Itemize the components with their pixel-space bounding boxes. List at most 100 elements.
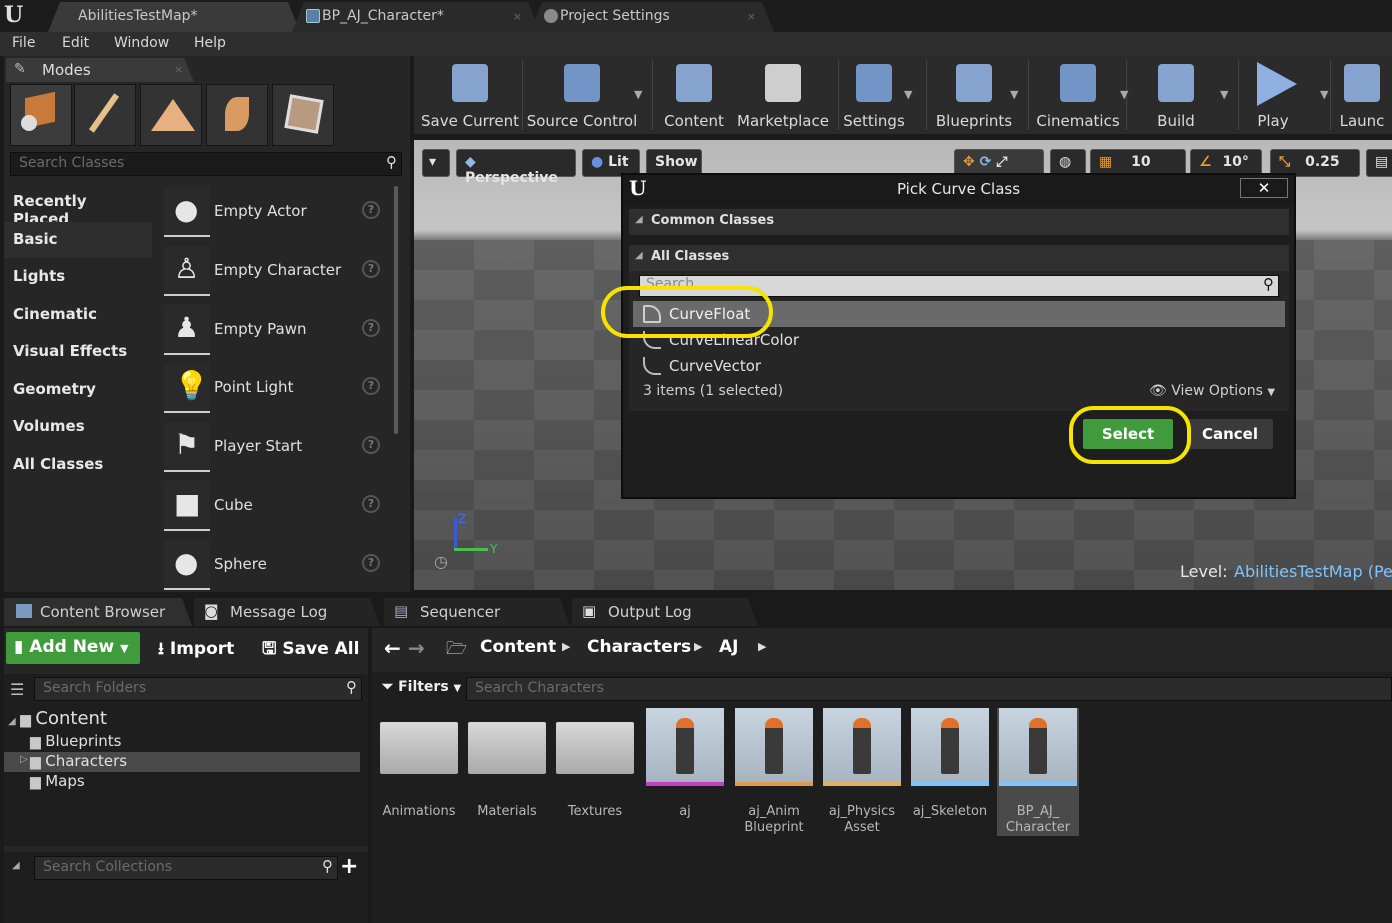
tab-bp-aj-character[interactable]: BP_AJ_Character* × [292, 2, 540, 32]
close-tab-icon[interactable]: × [174, 63, 183, 76]
camera-speed-button[interactable]: ▤ [1366, 149, 1392, 177]
category-geometry[interactable]: Geometry [4, 372, 152, 408]
tab-project-settings[interactable]: Project Settings × [530, 2, 774, 32]
search-classes-input[interactable]: Search Classes ⚲ [10, 152, 402, 176]
help-icon[interactable]: ? [362, 553, 380, 572]
category-cinematic[interactable]: Cinematic [4, 297, 152, 333]
breadcrumb-separator-icon[interactable]: ▶ [562, 640, 570, 653]
modes-tab[interactable]: ✎ Modes × [6, 58, 194, 82]
folder-animations[interactable]: Animations [378, 708, 460, 836]
breadcrumb-separator-icon[interactable]: ▶ [694, 640, 702, 653]
folder-textures[interactable]: Textures [554, 708, 636, 836]
chevron-down-icon[interactable]: ▼ [904, 88, 912, 101]
search-assets-input[interactable]: Search Characters [466, 677, 1392, 701]
scrollbar[interactable] [394, 186, 398, 434]
perspective-button[interactable]: ◆ Perspective [456, 149, 576, 186]
close-icon[interactable]: ✕ [1240, 178, 1288, 198]
filters-button[interactable]: ⏷ Filters ▼ [382, 679, 461, 695]
chevron-down-icon[interactable]: ▼ [1010, 88, 1018, 101]
paint-mode-icon[interactable] [74, 84, 136, 146]
help-icon[interactable]: ? [362, 201, 380, 219]
category-recently-placed[interactable]: Recently Placed [4, 184, 152, 228]
tree-item-content[interactable]: ◢ ▆ Content [8, 708, 107, 729]
asset-aj[interactable]: aj [644, 708, 726, 836]
tab-output-log[interactable]: ▣ Output Log [572, 598, 758, 626]
sources-toggle-icon[interactable]: ☰ [10, 680, 24, 699]
search-folders-input[interactable]: Search Folders ⚲ [34, 677, 362, 701]
category-lights[interactable]: Lights [4, 259, 152, 295]
category-visual-effects[interactable]: Visual Effects [4, 334, 152, 370]
class-item-empty-pawn[interactable]: ♟ Empty Pawn? [160, 303, 390, 359]
category-all-classes[interactable]: All Classes [4, 447, 152, 483]
menu-edit[interactable]: Edit [62, 35, 89, 51]
cinematics-button[interactable]: Cinematics [1030, 56, 1126, 134]
folder-materials[interactable]: Materials [466, 708, 548, 836]
foliage-mode-icon[interactable] [206, 84, 268, 146]
content-button[interactable]: Content [658, 56, 730, 134]
landscape-mode-icon[interactable] [140, 84, 202, 146]
geometry-edit-mode-icon[interactable] [272, 84, 334, 146]
tree-item-blueprints[interactable]: ▆ Blueprints [4, 732, 360, 752]
class-item-curvevector[interactable]: CurveVector [633, 353, 1285, 379]
common-classes-header[interactable]: ◢ Common Classes [629, 209, 1289, 235]
viewport-options-button[interactable]: ▾ [422, 149, 450, 177]
back-arrow-icon[interactable]: ← [384, 636, 401, 660]
place-mode-icon[interactable] [10, 84, 72, 146]
tab-content-browser[interactable]: Content Browser [4, 598, 192, 626]
tab-message-log[interactable]: ◙ Message Log [194, 598, 380, 626]
breadcrumb-characters[interactable]: Characters [587, 637, 691, 657]
class-item-player-start[interactable]: ⚑ Player Start? [160, 420, 390, 476]
close-tab-icon[interactable]: × [747, 10, 756, 23]
help-icon[interactable]: ? [362, 377, 380, 396]
add-new-button[interactable]: ▮ Add New ▼ [6, 632, 140, 664]
all-classes-header[interactable]: ◢ All Classes [629, 245, 1289, 271]
save-button[interactable]: Save Current [416, 56, 524, 134]
tree-item-maps[interactable]: ▆ Maps [4, 772, 360, 792]
help-icon[interactable]: ? [362, 259, 380, 278]
chevron-down-icon[interactable]: ▼ [634, 88, 642, 101]
help-icon[interactable]: ? [362, 436, 380, 455]
tree-item-characters[interactable]: ▷ ▆ Characters [4, 752, 360, 772]
build-button[interactable]: Build [1144, 56, 1208, 134]
cancel-button[interactable]: Cancel [1187, 419, 1273, 449]
source-control-button[interactable]: Source Control [526, 56, 638, 134]
launch-icon [1344, 64, 1380, 102]
play-button[interactable]: Play [1240, 56, 1306, 134]
chevron-down-icon[interactable]: ▼ [1120, 88, 1128, 101]
chevron-down-icon[interactable]: ▼ [1320, 88, 1328, 101]
search-collections-input[interactable]: Search Collections ⚲ [34, 856, 338, 880]
menu-window[interactable]: Window [114, 35, 169, 51]
breadcrumb-separator-icon[interactable]: ▶ [758, 640, 766, 653]
class-item-empty-actor[interactable]: ● Empty Actor? [160, 185, 390, 241]
chevron-down-icon[interactable]: ▼ [1220, 88, 1228, 101]
asset-bp-aj-character[interactable]: BP_AJ_ Character [997, 708, 1079, 836]
settings-button[interactable]: Settings [838, 56, 910, 134]
search-icon: ⚲ [1263, 275, 1274, 293]
class-item-cube[interactable]: ■ Cube? [160, 479, 390, 535]
breadcrumb-aj[interactable]: AJ [719, 637, 738, 657]
category-volumes[interactable]: Volumes [4, 409, 152, 445]
tab-abilities-test-map[interactable]: AbilitiesTestMap* [48, 2, 300, 32]
marketplace-button[interactable]: Marketplace [734, 56, 832, 134]
launch-button[interactable]: Launc [1332, 56, 1392, 134]
breadcrumb-content[interactable]: Content [480, 637, 556, 657]
add-collection-icon[interactable]: + [340, 854, 358, 879]
close-tab-icon[interactable]: × [513, 10, 522, 23]
view-options-button[interactable]: 👁 View Options ▼ [1149, 383, 1275, 399]
asset-aj-animblueprint[interactable]: aj_Anim Blueprint [733, 708, 815, 836]
import-button[interactable]: ⭳ Import [158, 636, 234, 665]
class-item-point-light[interactable]: 💡 Point Light? [160, 361, 390, 417]
category-basic[interactable]: Basic [4, 221, 152, 258]
menu-file[interactable]: File [12, 35, 35, 51]
asset-aj-physicsasset[interactable]: aj_Physics Asset [821, 708, 903, 836]
class-item-empty-character[interactable]: ♙ Empty Character? [160, 244, 390, 300]
help-icon[interactable]: ? [362, 495, 380, 513]
class-item-sphere[interactable]: ● Sphere? [160, 538, 390, 594]
asset-aj-skeleton[interactable]: aj_Skeleton [909, 708, 991, 836]
help-icon[interactable]: ? [362, 318, 380, 337]
blueprints-button[interactable]: Blueprints [928, 56, 1020, 134]
forward-arrow-icon[interactable]: → [408, 636, 425, 660]
save-all-button[interactable]: 🖫 Save All [262, 636, 359, 665]
tab-sequencer[interactable]: ▤ Sequencer [384, 598, 570, 626]
menu-help[interactable]: Help [194, 35, 226, 51]
